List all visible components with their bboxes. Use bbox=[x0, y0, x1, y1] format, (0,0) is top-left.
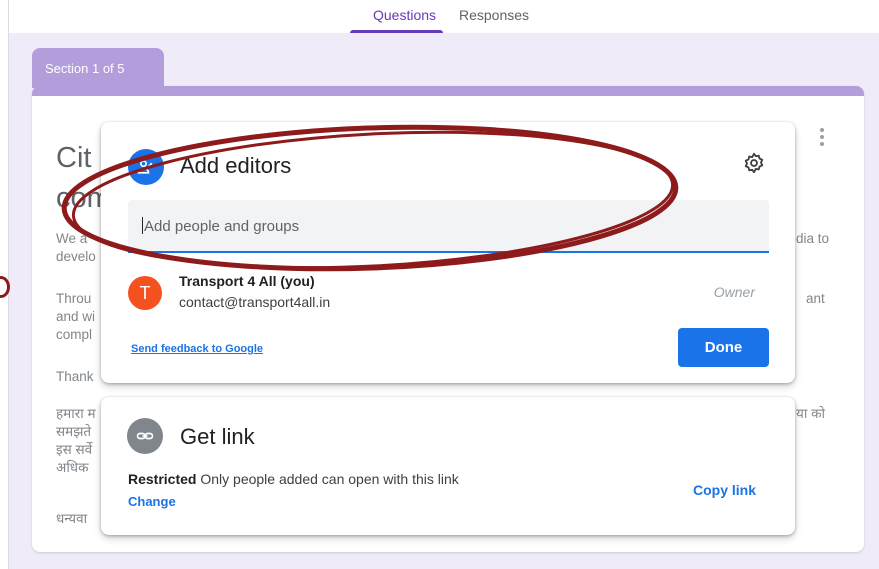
done-button[interactable]: Done bbox=[678, 328, 769, 367]
description-line: Throu bbox=[56, 291, 92, 306]
send-feedback-link[interactable]: Send feedback to Google bbox=[131, 343, 263, 355]
description-line: अधिक bbox=[56, 460, 89, 475]
description-line: develo bbox=[56, 249, 96, 264]
description-line: We a bbox=[56, 231, 88, 246]
link-icon bbox=[127, 418, 163, 454]
restricted-description: Only people added can open with this lin… bbox=[196, 471, 459, 487]
get-link-dialog: Get link Restricted Only people added ca… bbox=[101, 397, 795, 535]
description-fragment: या को bbox=[796, 406, 825, 421]
gear-icon[interactable] bbox=[743, 152, 765, 174]
description-line: compl bbox=[56, 327, 93, 342]
restricted-label: Restricted bbox=[128, 471, 197, 487]
description-thanks-hindi: धन्यवा bbox=[56, 511, 88, 526]
description-fragment: dia to bbox=[796, 231, 830, 246]
add-editors-title: Add editors bbox=[180, 153, 292, 178]
add-editors-dialog: Add editors Add people and groups T Tran… bbox=[101, 122, 795, 383]
tab-questions[interactable]: Questions bbox=[373, 7, 436, 23]
description-para-3: Thank bbox=[56, 369, 94, 384]
description-para-2: Throu and wi compl bbox=[56, 290, 95, 344]
user-role: Owner bbox=[713, 284, 755, 300]
tab-responses[interactable]: Responses bbox=[459, 7, 529, 23]
user-email: contact@transport4all.in bbox=[179, 294, 331, 310]
description-line: समझते bbox=[56, 424, 92, 439]
avatar: T bbox=[128, 276, 162, 310]
active-tab-indicator bbox=[350, 30, 443, 33]
add-people-input[interactable]: Add people and groups bbox=[128, 200, 769, 253]
description-line: हमारा म bbox=[56, 406, 96, 421]
add-person-icon bbox=[128, 149, 164, 185]
description-hindi: हमारा म समझते इस सर्वे अधिक bbox=[56, 405, 96, 477]
copy-link-button[interactable]: Copy link bbox=[693, 482, 756, 498]
top-tab-bar: Questions Responses bbox=[9, 0, 879, 33]
get-link-title: Get link bbox=[180, 424, 255, 449]
user-name: Transport 4 All (you) bbox=[179, 273, 315, 289]
more-options-icon[interactable] bbox=[820, 128, 824, 149]
description-line: and wi bbox=[56, 309, 96, 324]
add-people-placeholder: Add people and groups bbox=[144, 218, 300, 235]
description-para-1: We a develo bbox=[56, 230, 96, 266]
description-line: इस सर्वे bbox=[56, 442, 93, 457]
change-access-link[interactable]: Change bbox=[128, 494, 176, 509]
section-label: Section 1 of 5 bbox=[32, 48, 164, 88]
link-restriction-text: Restricted Only people added can open wi… bbox=[128, 471, 459, 487]
description-fragment: ant bbox=[806, 291, 825, 306]
